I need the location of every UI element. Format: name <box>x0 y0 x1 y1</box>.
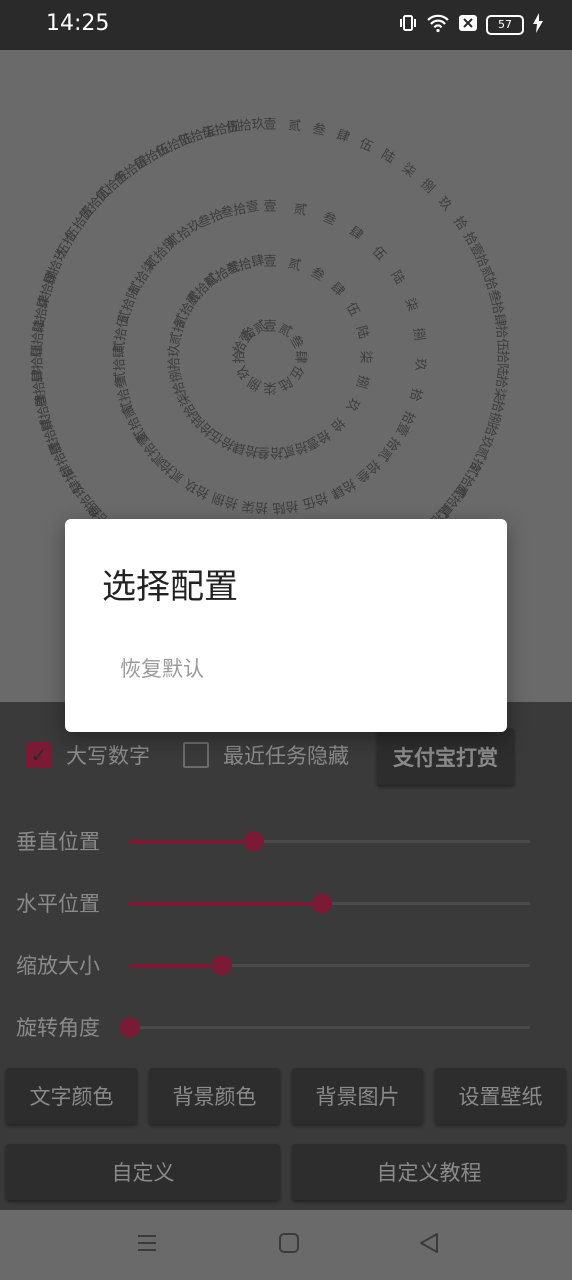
home-square-icon[interactable] <box>278 1232 300 1260</box>
text-color-button[interactable]: 文字颜色 <box>6 1068 137 1124</box>
navigation-bar <box>0 1210 572 1280</box>
slider-track[interactable] <box>120 1017 530 1037</box>
background-image-button[interactable]: 背景图片 <box>292 1068 423 1124</box>
day-ring-label: 捌 <box>410 327 428 342</box>
minute-ring-label: 捌 <box>418 176 438 197</box>
minute-ring-label: 拾陆 <box>494 350 511 376</box>
day-ring-label: 叁 <box>320 209 338 229</box>
checkbox-unchecked-icon <box>183 742 209 768</box>
settings-panel: ✓ 大写数字 最近任务隐藏 支付宝打赏 垂直位置水平位置缩放大小旋转角度 文字颜… <box>0 702 572 1210</box>
battery-icon: 57 <box>486 15 524 35</box>
slider-fill <box>130 840 254 843</box>
customize-tutorial-button[interactable]: 自定义教程 <box>292 1144 566 1200</box>
hour24-ring-label: 玖 <box>343 395 363 414</box>
select-config-dialog: 选择配置 恢复默认 <box>65 519 507 732</box>
day-ring-label: 拾壹 <box>392 408 417 438</box>
slider-thumb[interactable] <box>120 1017 140 1037</box>
hour24-ring-label: 拾 <box>327 414 347 434</box>
day-ring-label: 拾捌 <box>210 489 240 512</box>
charging-bolt-icon <box>532 13 544 37</box>
hide-recent-tasks-label: 最近任务隐藏 <box>223 744 349 768</box>
day-ring-label: 柒 <box>401 296 420 313</box>
day-ring-label: 拾 <box>406 386 424 402</box>
minute-ring-label: 贰 <box>287 117 302 134</box>
day-ring-label: 肆 <box>346 224 365 244</box>
day-ring-label: 拾陆 <box>272 497 299 516</box>
hour24-ring-label: 伍 <box>343 300 362 319</box>
minute-ring-label: 壹 <box>263 118 276 133</box>
status-bar: 14:25 57 <box>0 0 572 50</box>
vibrate-icon <box>398 13 418 37</box>
minute-ring-label: 拾 <box>450 214 470 233</box>
customize-button[interactable]: 自定义 <box>6 1144 280 1200</box>
day-ring-label: 陆 <box>387 268 407 288</box>
uppercase-numbers-label: 大写数字 <box>66 744 150 768</box>
uppercase-numbers-checkbox[interactable]: ✓ 大写数字 <box>26 740 150 770</box>
hour24-ring-label: 贰拾肆 <box>224 252 266 278</box>
set-wallpaper-button[interactable]: 设置壁纸 <box>435 1068 566 1124</box>
slider-track[interactable] <box>130 893 530 913</box>
alipay-tip-button[interactable]: 支付宝打赏 <box>377 728 514 785</box>
checkbox-checked-icon: ✓ <box>26 742 52 768</box>
day-ring-label: 壹 <box>263 200 276 215</box>
minute-ring-label: 柒 <box>399 161 418 181</box>
hour24-ring-label: 柒 <box>358 350 373 363</box>
slider-fill <box>130 902 322 905</box>
day-ring-label: 拾贰 <box>375 434 404 464</box>
wifi-icon <box>426 13 450 37</box>
back-triangle-icon[interactable] <box>418 1232 440 1260</box>
hour24-ring-label: 捌 <box>353 373 372 390</box>
slider-label: 水平位置 <box>16 892 100 916</box>
minute-ring-label: 肆 <box>334 128 351 146</box>
slider-label: 旋转角度 <box>16 1016 100 1040</box>
slider-thumb[interactable] <box>244 831 264 851</box>
minute-ring-label: 拾肆 <box>488 300 508 328</box>
day-ring-label: 拾肆 <box>328 475 358 501</box>
day-ring-label: 拾玖 <box>182 475 213 502</box>
hide-recent-tasks-checkbox[interactable]: 最近任务隐藏 <box>183 740 349 770</box>
slider-fill <box>130 964 222 967</box>
dialog-title: 选择配置 <box>102 567 238 607</box>
slider-track[interactable] <box>130 955 530 975</box>
slider-label: 缩放大小 <box>16 954 100 978</box>
slider-track[interactable] <box>130 831 530 851</box>
minute-ring-label: 拾伍 <box>493 325 510 352</box>
minute-ring-label: 叁 <box>311 121 327 139</box>
day-ring-label: 贰 <box>292 200 308 218</box>
hour24-ring-label: 叁 <box>308 264 327 284</box>
dialog-item-restore-default[interactable]: 恢复默认 <box>120 653 204 683</box>
background-color-button[interactable]: 背景颜色 <box>149 1068 280 1124</box>
hour24-ring-label: 拾叁 <box>257 445 283 461</box>
menu-icon[interactable] <box>136 1232 158 1260</box>
hour-ring-label: 柒 <box>263 380 276 395</box>
day-ring-label: 拾柒 <box>241 497 268 515</box>
minute-ring-label: 玖 <box>435 194 456 214</box>
status-time: 14:25 <box>46 11 110 36</box>
day-ring-label: 拾伍 <box>300 489 329 511</box>
day-ring-label: 玖 <box>412 358 429 372</box>
hour-ring-label: 肆 <box>293 350 308 363</box>
hour24-ring-label: 拾玖 <box>167 344 183 370</box>
slider-thumb[interactable] <box>212 955 232 975</box>
day-ring-label: 伍 <box>369 244 389 264</box>
hour24-ring-label: 拾贰 <box>280 438 309 460</box>
day-ring-label: 叁拾壹 <box>219 198 260 222</box>
day-ring-label: 拾叁 <box>353 457 383 486</box>
slider-thumb[interactable] <box>312 893 332 913</box>
hour24-ring-label: 陆 <box>353 324 372 341</box>
slider-label: 垂直位置 <box>16 830 100 854</box>
hour24-ring-label: 肆 <box>327 280 347 300</box>
hour24-ring-label: 贰 <box>286 255 303 274</box>
minute-ring-label: 伍拾玖 <box>225 116 265 136</box>
minute-ring-label: 伍 <box>357 136 375 155</box>
hour24-ring-label: 拾捌 <box>167 367 189 396</box>
notification-x-icon <box>458 14 478 36</box>
minute-ring-label: 陆 <box>378 146 397 166</box>
